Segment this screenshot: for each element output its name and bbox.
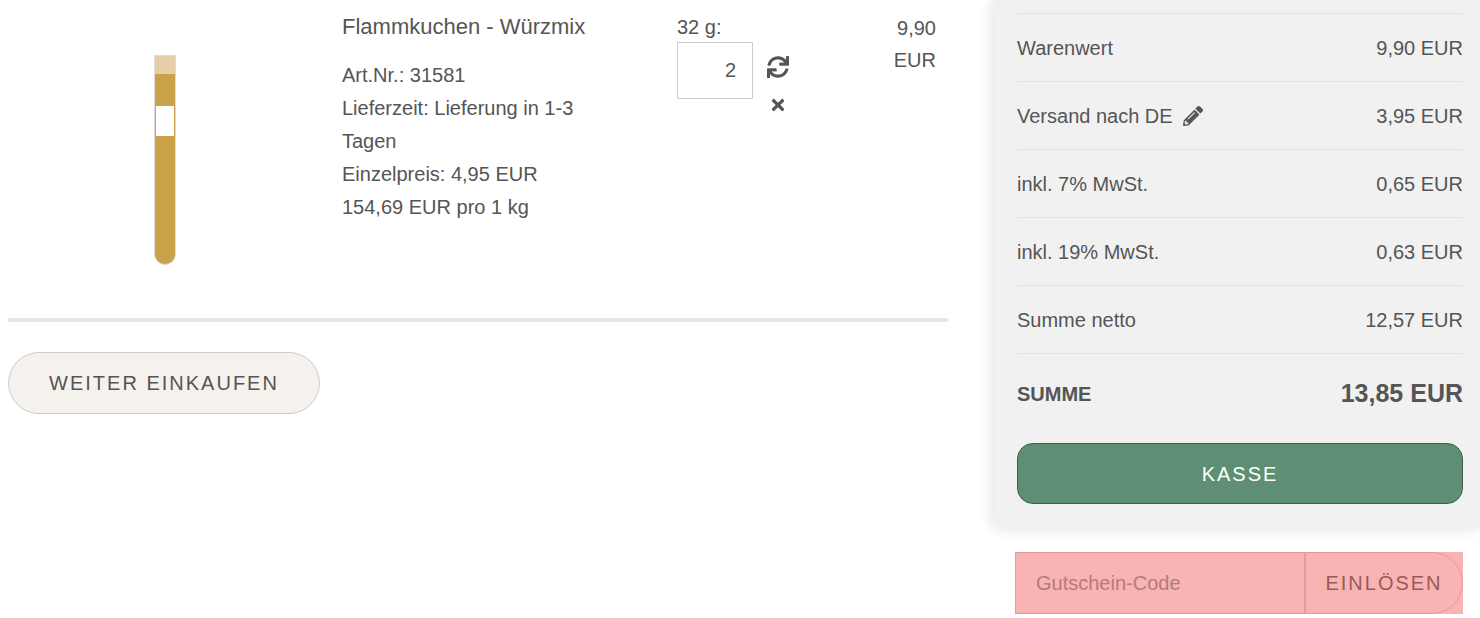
coupon-input[interactable] [1015, 552, 1305, 614]
summary-label: inkl. 19% MwSt. [1017, 237, 1159, 267]
summary-value: 9,90 EUR [1376, 33, 1463, 63]
summary-panel: Warenwert 9,90 EUR Versand nach DE 3,95 EUR… [994, 0, 1480, 527]
price-amount: 9,90 [897, 12, 936, 44]
refresh-icon[interactable] [767, 56, 789, 78]
product-detail: 154,69 EUR pro 1 kg [342, 191, 632, 224]
product-detail: Lieferzeit: Lieferung in 1-3 Tagen [342, 92, 632, 158]
summary-row: Versand nach DE 3,95 EUR [1017, 82, 1463, 150]
quantity-column: 32 g: [677, 12, 807, 308]
summary-value: 12,57 EUR [1365, 305, 1463, 335]
edit-icon[interactable] [1183, 106, 1203, 126]
summary-row: inkl. 7% MwSt. 0,65 EUR [1017, 150, 1463, 218]
quantity-input[interactable] [677, 42, 753, 99]
summary-value: 0,63 EUR [1376, 237, 1463, 267]
summary-row: inkl. 19% MwSt. 0,63 EUR [1017, 218, 1463, 286]
summary-label: Versand nach DE [1017, 101, 1173, 131]
product-image [20, 12, 310, 308]
summary-value: 3,95 EUR [1376, 101, 1463, 131]
summary-label: Summe netto [1017, 305, 1136, 335]
checkout-button[interactable]: KASSE [1017, 443, 1463, 504]
size-label: 32 g: [677, 12, 807, 42]
total-label: SUMME [1017, 379, 1091, 409]
item-price: 9,90EUR [807, 12, 936, 308]
product-tube [154, 55, 176, 265]
summary-row: Warenwert 9,90 EUR [1017, 14, 1463, 82]
total-value: 13,85 EUR [1341, 375, 1463, 413]
cart-item-row: Flammkuchen - Würzmix Art.Nr.: 31581Liefe… [0, 0, 994, 308]
cart-items: Flammkuchen - Würzmix Art.Nr.: 31581Liefe… [0, 0, 994, 618]
cart-page: Flammkuchen - Würzmix Art.Nr.: 31581Liefe… [0, 0, 1480, 618]
remove-icon[interactable] [769, 96, 787, 114]
product-title[interactable]: Flammkuchen - Würzmix [342, 12, 632, 42]
product-detail: Einzelpreis: 4,95 EUR [342, 158, 632, 191]
continue-shopping-button[interactable]: WEITER EINKAUFEN [8, 352, 320, 414]
product-detail: Art.Nr.: 31581 [342, 59, 632, 92]
coupon-form: EINLÖSEN [1015, 552, 1463, 614]
divider [8, 318, 948, 322]
product-info: Flammkuchen - Würzmix Art.Nr.: 31581Liefe… [342, 12, 632, 308]
total-row: SUMME 13,85 EUR [1017, 354, 1463, 434]
summary-column: Warenwert 9,90 EUR Versand nach DE 3,95 EUR… [994, 0, 1480, 618]
summary-label: Warenwert [1017, 33, 1113, 63]
redeem-button[interactable]: EINLÖSEN [1305, 552, 1463, 614]
price-currency: EUR [894, 44, 936, 76]
summary-label: inkl. 7% MwSt. [1017, 169, 1148, 199]
summary-value: 0,65 EUR [1376, 169, 1463, 199]
summary-row: Summe netto 12,57 EUR [1017, 286, 1463, 354]
